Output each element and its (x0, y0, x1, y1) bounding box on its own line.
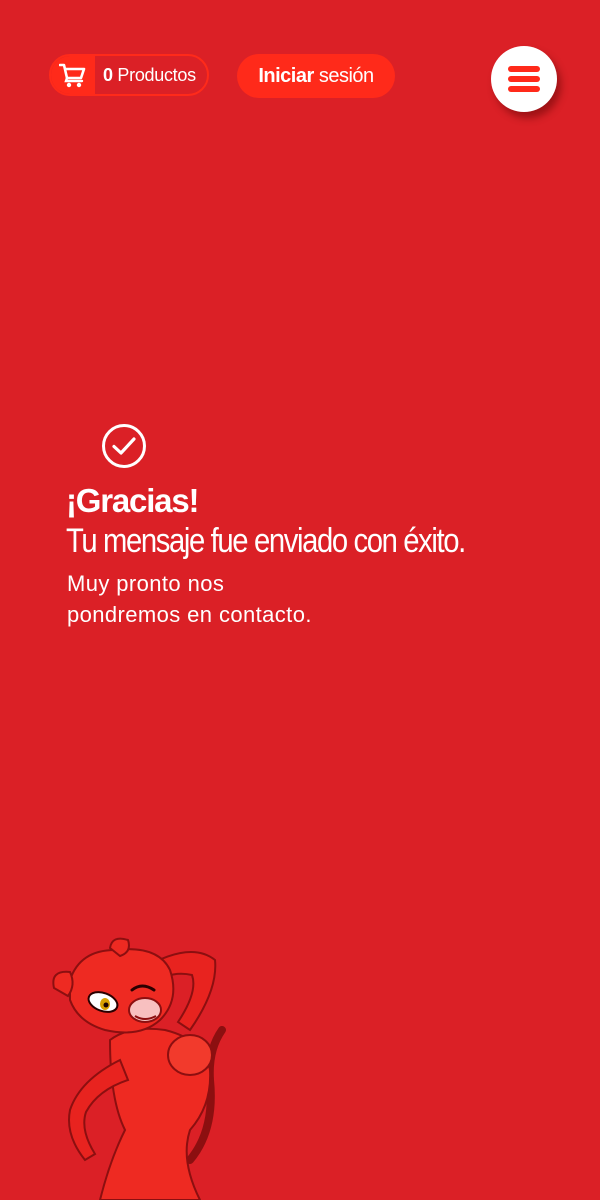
thanks-note-line2: pondremos en contacto. (67, 602, 312, 627)
cart-icon (51, 56, 95, 94)
login-label-rest: sesión (318, 64, 374, 87)
cart-products-label: Productos (117, 64, 196, 85)
login-button[interactable]: Iniciar sesión (237, 54, 395, 98)
thanks-subtitle: Tu mensaje fue enviado con éxito. (66, 522, 466, 560)
thanks-title: ¡Gracias! (66, 482, 199, 519)
hamburger-menu-icon (508, 66, 540, 92)
check-circle-icon (102, 424, 146, 468)
cart-button[interactable]: 0 Productos (49, 54, 209, 96)
thanks-note-line1: Muy pronto nos (67, 571, 225, 596)
cart-label: 0 Productos (103, 65, 196, 86)
thanks-note: Muy pronto nos pondremos en contacto. (67, 568, 387, 630)
cart-count: 0 (103, 64, 113, 85)
mascot-illustration (52, 937, 226, 1200)
login-label-bold: Iniciar (258, 64, 314, 87)
menu-button[interactable] (491, 46, 557, 112)
